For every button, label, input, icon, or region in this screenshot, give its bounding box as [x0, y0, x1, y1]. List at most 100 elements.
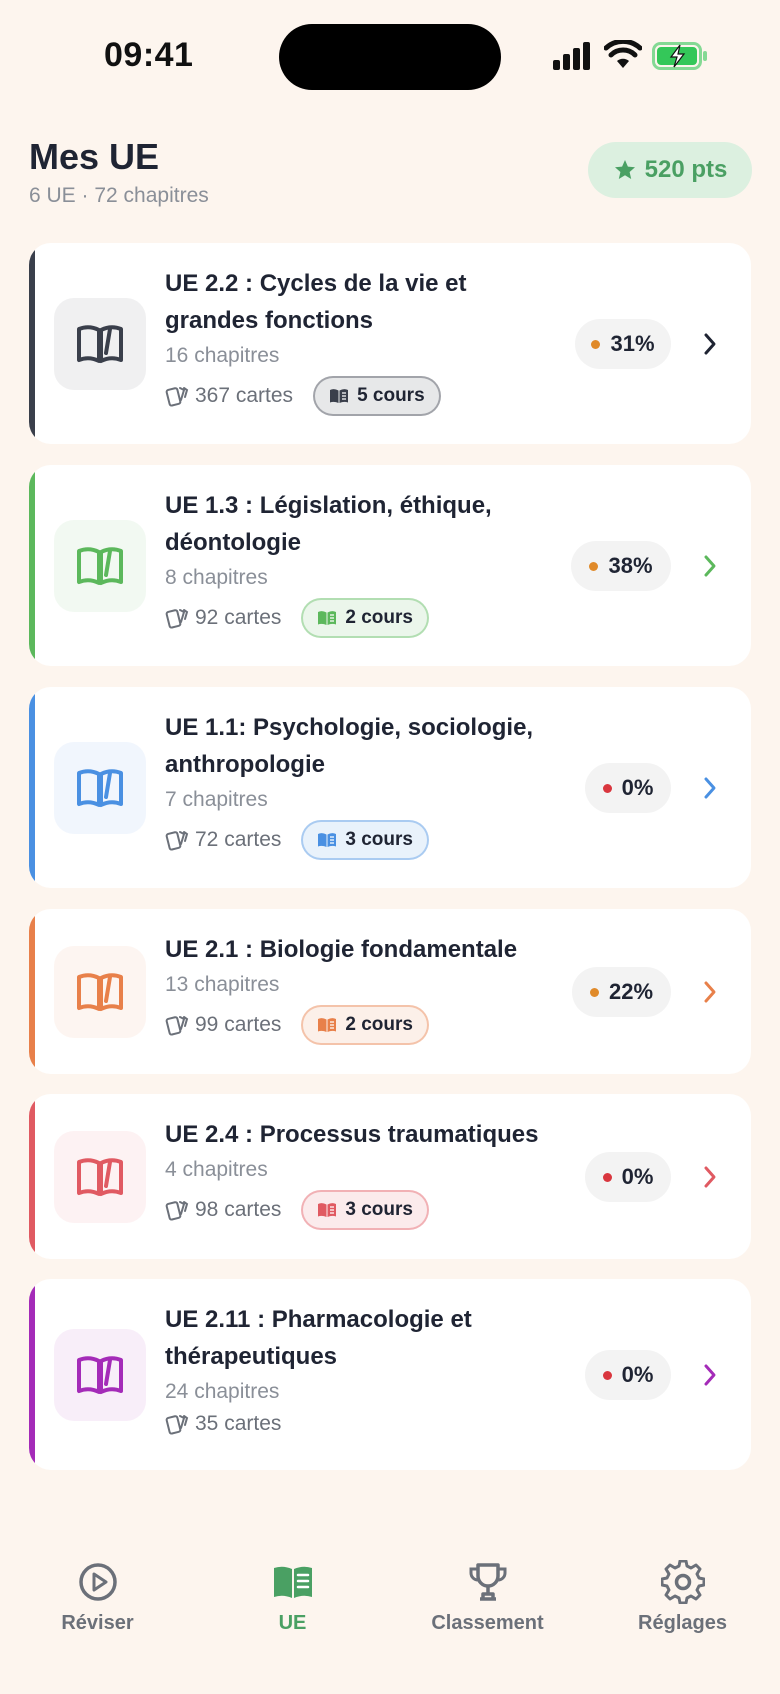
flashcards-icon — [165, 1201, 189, 1221]
play-circle-icon — [78, 1563, 117, 1601]
ue-icon-box — [54, 520, 146, 612]
ue-chapters: 4 chapitres — [165, 1158, 268, 1181]
ue-icon-box — [54, 742, 146, 834]
ue-accent-bar — [29, 1094, 35, 1259]
ue-meta-row: 98 cartes 3 cours — [165, 1190, 429, 1230]
ue-meta-row: 92 cartes 2 cours — [165, 598, 429, 638]
ue-card[interactable]: UE 2.4 : Processus traumatiques 4 chapit… — [29, 1094, 751, 1259]
ue-progress-badge: 22% — [572, 967, 671, 1017]
chevron-right-icon[interactable] — [701, 980, 719, 1004]
trophy-icon — [469, 1563, 506, 1601]
ue-progress-badge: 0% — [585, 763, 671, 813]
ue-chapters: 13 chapitres — [165, 973, 280, 996]
ue-progress-value: 0% — [621, 775, 654, 800]
ue-accent-bar — [29, 1279, 35, 1470]
ue-cours-badge[interactable]: 3 cours — [301, 1190, 429, 1230]
tab-ue-label: UE — [278, 1612, 307, 1634]
tab-reglages-label: Réglages — [638, 1612, 727, 1634]
chevron-right-icon[interactable] — [701, 554, 719, 578]
ue-accent-bar — [29, 687, 35, 888]
open-book-icon — [77, 1356, 123, 1394]
ue-meta-row: 35 cartes — [165, 1412, 281, 1436]
dynamic-island — [279, 24, 501, 90]
ue-accent-bar — [29, 909, 35, 1074]
tab-reglages[interactable]: Réglages — [585, 1560, 780, 1635]
ue-cards-count: 92 cartes — [165, 606, 281, 630]
page-subtitle: 6 UE · 72 chapitres — [29, 184, 209, 207]
book-icon — [318, 1203, 337, 1217]
ue-cards-label: 35 cartes — [195, 1412, 282, 1435]
ue-cards-count: 98 cartes — [165, 1198, 281, 1222]
ue-cards-count: 99 cartes — [165, 1013, 281, 1037]
ue-cours-badge[interactable]: 3 cours — [301, 820, 429, 860]
ue-chapters: 16 chapitres — [165, 344, 280, 367]
ue-cards-count: 35 cartes — [165, 1412, 281, 1436]
flashcards-icon — [165, 1415, 189, 1435]
ue-progress-badge: 31% — [575, 319, 671, 369]
flashcards-icon — [165, 387, 189, 407]
star-icon — [614, 160, 635, 179]
ue-cours-badge[interactable]: 2 cours — [301, 598, 429, 638]
ue-cours-label: 2 cours — [345, 607, 413, 628]
flashcards-icon — [165, 831, 189, 851]
ue-icon-box — [54, 946, 146, 1038]
chevron-right-icon[interactable] — [701, 332, 719, 356]
ue-card[interactable]: UE 2.1 : Biologie fondamentale 13 chapit… — [29, 909, 751, 1074]
ue-progress-badge: 0% — [585, 1152, 671, 1202]
ue-cards-label: 98 cartes — [195, 1198, 282, 1221]
ue-card[interactable]: UE 1.3 : Législation, éthique, déontolog… — [29, 465, 751, 666]
progress-dot — [602, 1370, 612, 1380]
open-book-icon — [77, 547, 123, 585]
ue-cours-label: 3 cours — [345, 829, 413, 850]
ue-cards-label: 92 cartes — [195, 606, 282, 629]
ue-card[interactable]: UE 2.2 : Cycles de la vie et grandes fon… — [29, 243, 751, 444]
points-badge[interactable]: 520 pts — [588, 142, 752, 198]
chevron-right-icon[interactable] — [701, 776, 719, 800]
ue-title: UE 2.4 : Processus traumatiques — [165, 1121, 539, 1148]
ue-cours-badge[interactable]: 2 cours — [301, 1005, 429, 1045]
ue-progress-value: 22% — [608, 979, 654, 1004]
ue-title: UE 2.2 : Cycles de la vie et grandes fon… — [165, 270, 467, 334]
ue-progress-value: 31% — [610, 331, 655, 356]
book-icon — [318, 611, 337, 625]
chevron-right-icon[interactable] — [701, 1363, 719, 1387]
ue-meta-row: 99 cartes 2 cours — [165, 1005, 429, 1045]
ue-title: UE 2.1 : Biologie fondamentale — [165, 936, 518, 963]
book-icon — [330, 389, 349, 403]
ue-progress-badge: 0% — [585, 1350, 671, 1400]
ue-progress-value: 38% — [608, 553, 653, 578]
ue-card[interactable]: UE 1.1: Psychologie, sociologie, anthrop… — [29, 687, 751, 888]
points-value: 520 pts — [644, 156, 728, 183]
ue-icon-box — [54, 1131, 146, 1223]
ue-title: UE 1.1: Psychologie, sociologie, anthrop… — [165, 714, 534, 778]
progress-dot — [602, 783, 612, 793]
gear-icon — [660, 1560, 705, 1604]
progress-dot — [591, 339, 601, 349]
ue-accent-bar — [29, 465, 35, 666]
ue-cards-count: 367 cartes — [165, 384, 293, 408]
progress-dot — [589, 561, 599, 571]
tab-classement[interactable]: Classement — [390, 1560, 585, 1635]
tab-reviser-label: Réviser — [61, 1612, 134, 1634]
ue-card[interactable]: UE 2.11 : Pharmacologie et thérapeutique… — [29, 1279, 751, 1470]
open-book-icon — [77, 973, 123, 1011]
ue-cours-badge[interactable]: 5 cours — [313, 376, 441, 416]
page-title: Mes UE — [29, 136, 160, 177]
ue-accent-bar — [29, 243, 35, 444]
ue-title: UE 1.3 : Législation, éthique, déontolog… — [165, 492, 492, 556]
ue-progress-badge: 38% — [571, 541, 671, 591]
book-icon — [318, 1018, 337, 1032]
ue-cours-label: 2 cours — [345, 1014, 413, 1035]
wifi-icon — [604, 40, 642, 68]
open-book-icon — [77, 325, 123, 363]
ue-icon-box — [54, 298, 146, 390]
ue-cards-label: 367 cartes — [195, 384, 294, 407]
ue-cours-label: 3 cours — [345, 1199, 413, 1220]
tab-ue[interactable]: UE — [195, 1560, 390, 1635]
ue-chapters: 7 chapitres — [165, 788, 268, 811]
tab-classement-label: Classement — [431, 1612, 544, 1634]
flashcards-icon — [165, 609, 189, 629]
tab-reviser[interactable]: Réviser — [0, 1560, 195, 1635]
chevron-right-icon[interactable] — [701, 1165, 719, 1189]
ue-progress-value: 0% — [621, 1362, 654, 1387]
